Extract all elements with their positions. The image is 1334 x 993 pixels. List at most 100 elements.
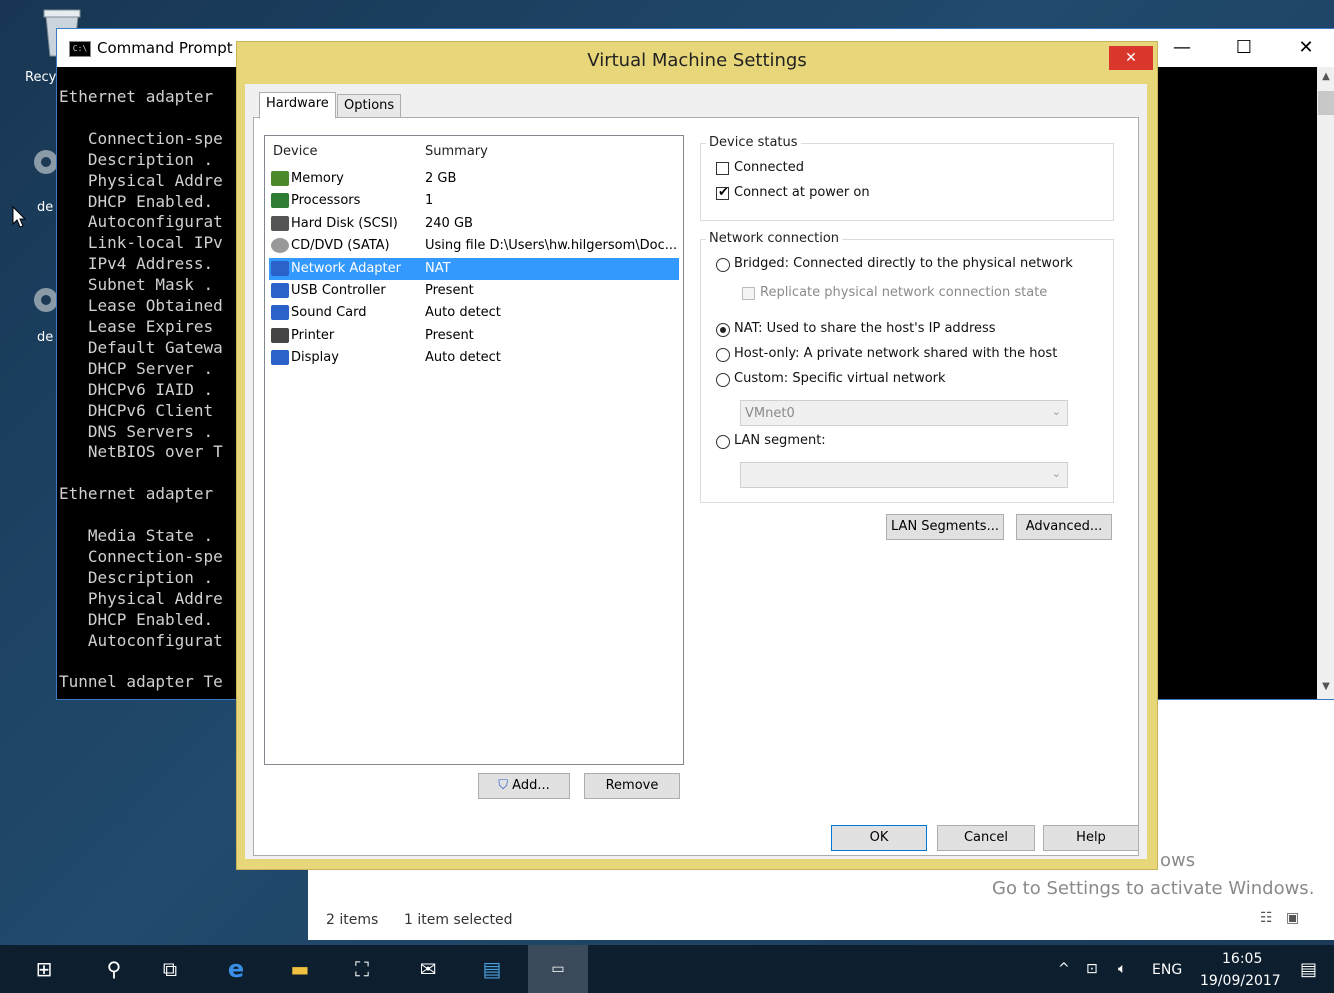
replicate-label[interactable]: Replicate physical network connection st…	[760, 285, 1047, 300]
cmd-icon: C:\	[69, 41, 91, 57]
activation-watermark-title: ows	[1160, 850, 1196, 871]
device-row[interactable]: Processors 1	[269, 190, 679, 212]
minimize-button[interactable]: —	[1159, 33, 1205, 63]
advanced-button[interactable]: Advanced...	[1016, 514, 1112, 540]
mail-icon[interactable]: ✉	[414, 955, 442, 983]
host-only-radio[interactable]	[716, 348, 730, 362]
dialog-client: Hardware Options Device Summary Memory 2 …	[245, 84, 1147, 859]
details-view-icon[interactable]: ☷	[1260, 910, 1273, 926]
device-name: Sound Card	[291, 305, 367, 321]
summary-column-header[interactable]: Summary	[425, 144, 488, 159]
device-row[interactable]: Display Auto detect	[269, 347, 679, 369]
tray-chevron-icon[interactable]: ^	[1058, 961, 1070, 977]
device-summary: Present	[425, 327, 474, 343]
notifications-icon[interactable]: ▤	[1300, 959, 1317, 980]
custom-radio[interactable]	[716, 373, 730, 387]
clock-date[interactable]: 19/09/2017	[1200, 973, 1281, 989]
connect-power-on-label[interactable]: Connect at power on	[734, 185, 870, 200]
vm-settings-dialog[interactable]: Virtual Machine Settings ✕ Hardware Opti…	[236, 41, 1158, 870]
bridged-label[interactable]: Bridged: Connected directly to the physi…	[734, 256, 1073, 271]
tab-hardware[interactable]: Hardware	[259, 92, 336, 119]
start-windows-icon[interactable]: ⊞	[30, 955, 58, 983]
lan-segment-label[interactable]: LAN segment:	[734, 433, 826, 448]
lan-segment-radio[interactable]	[716, 435, 730, 449]
language-indicator[interactable]: ENG	[1152, 962, 1182, 978]
device-row[interactable]: Printer Present	[269, 325, 679, 347]
device-summary: Present	[425, 283, 474, 298]
command-prompt-taskbar-icon[interactable]: ▭	[544, 955, 572, 983]
device-summary: NAT	[425, 260, 451, 276]
add-button[interactable]: ⛉ Add...	[478, 773, 570, 799]
connected-label[interactable]: Connected	[734, 160, 804, 175]
device-summary: Using file D:\Users\hw.hilgersom\Doc...	[425, 238, 678, 254]
close-button[interactable]: ✕	[1283, 33, 1329, 63]
network-status-icon[interactable]: ⊡	[1086, 961, 1098, 977]
device-summary: 240 GB	[425, 215, 473, 231]
vmnet-value: VMnet0	[745, 406, 795, 421]
network-tool-icon[interactable]: ▤	[478, 955, 506, 983]
check-icon: ✔	[718, 185, 729, 200]
item-count: 2 items	[326, 912, 379, 928]
connect-power-on-checkbox[interactable]: ✔	[716, 185, 729, 200]
custom-label[interactable]: Custom: Specific virtual network	[734, 371, 946, 386]
lan-segments-button[interactable]: LAN Segments...	[886, 514, 1004, 540]
device-summary: Auto detect	[425, 350, 501, 366]
device-name: Display	[291, 350, 339, 366]
desktop-label-1[interactable]: de	[37, 200, 53, 215]
chevron-down-icon: ⌄	[1051, 405, 1061, 418]
device-list[interactable]: Device Summary Memory 2 GB Processors 1 Hard…	[264, 135, 684, 765]
volume-icon[interactable]: 🔈︎	[1118, 961, 1126, 977]
mouse-cursor-icon	[12, 205, 27, 232]
cd-dvd-icon	[271, 238, 289, 254]
device-row[interactable]: Sound Card Auto detect	[269, 302, 679, 324]
gear-icon[interactable]	[32, 268, 58, 328]
connected-checkbox[interactable]	[716, 162, 729, 175]
device-row[interactable]: Hard Disk (SCSI) 240 GB	[269, 213, 679, 235]
activation-watermark-text: Go to Settings to activate Windows.	[992, 878, 1315, 899]
help-button[interactable]: Help	[1043, 825, 1139, 851]
device-name: Hard Disk (SCSI)	[291, 215, 398, 231]
task-view-icon[interactable]: ⧉	[156, 955, 184, 983]
dialog-close-button[interactable]: ✕	[1109, 46, 1153, 70]
network-adapter-icon	[271, 260, 289, 276]
scroll-down-icon[interactable]: ▼	[1317, 681, 1334, 692]
device-column-header[interactable]: Device	[273, 144, 317, 159]
device-name: CD/DVD (SATA)	[291, 238, 390, 254]
nat-label[interactable]: NAT: Used to share the host's IP address	[734, 321, 996, 336]
search-icon[interactable]: ⚲	[100, 955, 128, 983]
add-label: Add...	[512, 778, 550, 793]
device-name: Printer	[291, 327, 335, 343]
nat-radio[interactable]	[716, 323, 730, 337]
desktop-label-2[interactable]: de	[37, 330, 53, 345]
device-name: Memory	[291, 171, 344, 186]
processor-icon	[271, 193, 289, 209]
clock-time[interactable]: 16:05	[1222, 951, 1262, 967]
cancel-button[interactable]: Cancel	[937, 825, 1035, 851]
device-row[interactable]: CD/DVD (SATA) Using file D:\Users\hw.hilg…	[269, 235, 679, 257]
chevron-down-icon: ⌄	[1051, 467, 1061, 480]
desktop-label-recycle[interactable]: Recy	[25, 70, 56, 85]
host-only-label[interactable]: Host-only: A private network shared with…	[734, 346, 1057, 361]
store-icon[interactable]: ⛶	[348, 955, 376, 983]
vmnet-select[interactable]: VMnet0 ⌄	[740, 400, 1068, 426]
bridged-radio[interactable]	[716, 258, 730, 272]
device-row[interactable]: USB Controller Present	[269, 280, 679, 302]
device-name: Network Adapter	[291, 260, 401, 276]
gear-icon[interactable]	[32, 130, 58, 190]
large-icons-view-icon[interactable]: ▣	[1286, 910, 1299, 926]
device-row[interactable]: Memory 2 GB	[269, 168, 679, 190]
scroll-thumb[interactable]	[1318, 91, 1334, 115]
file-explorer-icon[interactable]: ▬	[286, 955, 314, 983]
lan-segment-select[interactable]: ⌄	[740, 462, 1068, 488]
device-status-group	[700, 143, 1114, 221]
replicate-checkbox[interactable]	[742, 287, 755, 300]
radio-selected-dot	[720, 327, 726, 333]
scroll-up-icon[interactable]: ▲	[1317, 71, 1334, 82]
edge-browser-icon[interactable]: e	[222, 955, 250, 983]
ok-button[interactable]: OK	[831, 825, 927, 851]
device-name: USB Controller	[291, 283, 386, 298]
remove-button[interactable]: Remove	[584, 773, 680, 799]
device-row[interactable]: Network Adapter NAT	[269, 257, 679, 280]
console-scrollbar[interactable]: ▲ ▼	[1317, 67, 1334, 699]
maximize-button[interactable]: ☐	[1221, 33, 1267, 63]
